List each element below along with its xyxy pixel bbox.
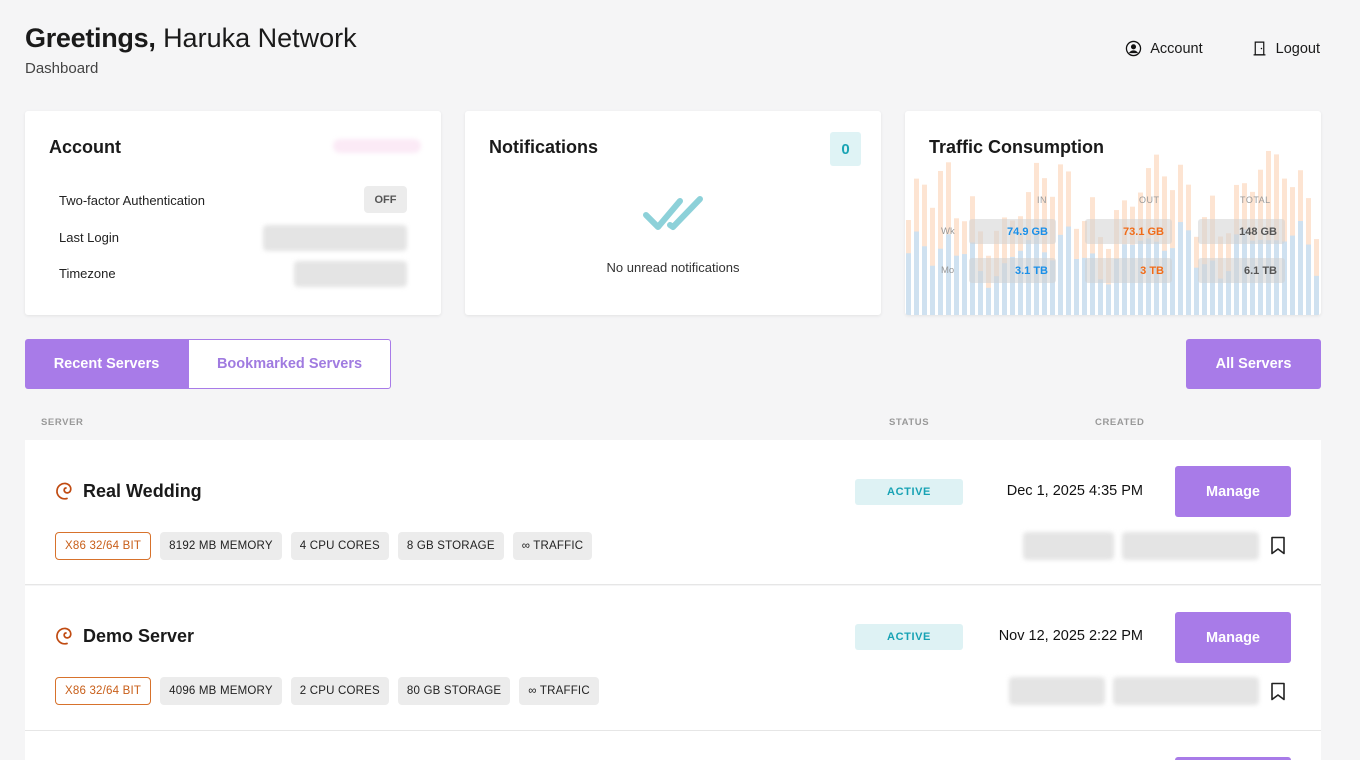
two-factor-label: Two-factor Authentication [59, 193, 205, 208]
greeting-word: Greetings, [25, 23, 156, 53]
traffic-month-total: 6.1 TB [1198, 258, 1285, 283]
server-name[interactable]: Demo Server [83, 626, 194, 647]
traffic-bar-in [1098, 279, 1103, 315]
server-row [25, 731, 1321, 760]
bookmark-icon[interactable] [1270, 682, 1286, 701]
traffic-bar-in [1218, 278, 1223, 315]
spec-cpu: 2 CPU CORES [290, 677, 389, 705]
door-icon [1253, 41, 1266, 56]
spec-storage: 8 GB STORAGE [397, 532, 504, 560]
greeting-title: Greetings, Haruka Network [25, 22, 357, 54]
spec-traffic: ∞ TRAFFIC [512, 532, 593, 560]
logout-link-label: Logout [1275, 40, 1320, 57]
status-badge: ACTIVE [855, 624, 963, 650]
timezone-value [294, 261, 407, 287]
traffic-bar-in [1314, 275, 1319, 315]
manage-button[interactable]: Manage [1175, 466, 1291, 517]
server-tabs: Recent Servers Bookmarked Servers [25, 339, 391, 389]
traffic-bar-in [1066, 226, 1071, 315]
spec-memory: 4096 MB MEMORY [160, 677, 282, 705]
double-check-icon [643, 196, 703, 230]
traffic-row-month-label: Mo [941, 265, 955, 276]
bookmark-icon[interactable] [1270, 536, 1286, 555]
page-header: Greetings, Haruka Network Dashboard [25, 22, 357, 77]
page-subtitle: Dashboard [25, 60, 99, 77]
last-login-label: Last Login [59, 230, 119, 245]
spec-architecture: X86 32/64 BIT [55, 532, 152, 560]
notifications-card: Notifications 0 No unread notifications [465, 111, 881, 315]
debian-icon [56, 482, 72, 500]
traffic-bar-in [1058, 234, 1063, 315]
traffic-bar-in [906, 253, 911, 315]
traffic-month-in: 3.1 TB [969, 258, 1056, 283]
user-circle-icon [1126, 40, 1142, 57]
traffic-bar-in [914, 231, 919, 315]
redacted-badge [333, 139, 421, 153]
traffic-bar-in [938, 248, 943, 315]
server-host-redacted [1122, 532, 1259, 560]
status-badge: ACTIVE [855, 479, 963, 505]
manage-button[interactable]: Manage [1175, 612, 1291, 663]
traffic-col-out: OUT [1139, 195, 1160, 205]
traffic-week-total: 148 GB [1198, 219, 1285, 244]
server-row: Demo Server ACTIVE Nov 12, 2025 2:22 PM … [25, 586, 1321, 731]
account-link[interactable]: Account [1125, 40, 1203, 57]
server-host-redacted [1113, 677, 1259, 705]
tab-bookmarked-servers[interactable]: Bookmarked Servers [188, 339, 391, 389]
spec-memory: 8192 MB MEMORY [160, 532, 282, 560]
account-card-title: Account [49, 137, 121, 157]
server-ip-redacted [1023, 532, 1114, 560]
spec-storage: 80 GB STORAGE [397, 677, 511, 705]
server-created-date: Nov 12, 2025 2:22 PM [998, 628, 1143, 644]
notifications-count-badge: 0 [830, 132, 861, 166]
tab-recent-servers[interactable]: Recent Servers [25, 339, 188, 389]
all-servers-button[interactable]: All Servers [1186, 339, 1321, 389]
traffic-bar-in [1106, 284, 1111, 315]
last-login-value [263, 225, 407, 251]
two-factor-status: OFF [364, 186, 407, 213]
logout-link[interactable]: Logout [1251, 40, 1320, 57]
server-specs: X86 32/64 BIT 4096 MB MEMORY 2 CPU CORES… [55, 677, 599, 705]
traffic-bar-in [962, 254, 967, 315]
column-header-status: STATUS [889, 417, 930, 428]
debian-icon [56, 627, 72, 645]
server-ip-redacted [1009, 677, 1105, 705]
traffic-card-title: Traffic Consumption [929, 137, 1104, 157]
column-header-server: SERVER [41, 417, 84, 428]
traffic-col-total: TOTAL [1240, 195, 1271, 205]
traffic-bar-in [986, 287, 991, 315]
account-name: Haruka Network [163, 23, 357, 53]
column-header-created: CREATED [1095, 417, 1145, 428]
traffic-card: Traffic Consumption IN OUT TOTAL Wk 74.9… [905, 111, 1321, 315]
traffic-bar-in [930, 265, 935, 315]
spec-cpu: 4 CPU CORES [290, 532, 389, 560]
top-nav: Account Logout [1125, 40, 1320, 57]
traffic-bar-in [954, 255, 959, 315]
account-card: Account Two-factor Authentication OFF La… [25, 111, 441, 315]
notifications-card-title: Notifications [489, 137, 599, 157]
traffic-bar-in [1178, 222, 1183, 315]
traffic-week-in: 74.9 GB [969, 219, 1056, 244]
traffic-bar-in [1290, 235, 1295, 315]
spec-architecture: X86 32/64 BIT [55, 677, 152, 705]
timezone-label: Timezone [59, 266, 116, 281]
traffic-row-week-label: Wk [941, 226, 955, 237]
server-created-date: Dec 1, 2025 4:35 PM [1006, 483, 1143, 499]
server-specs: X86 32/64 BIT 8192 MB MEMORY 4 CPU CORES… [55, 532, 593, 560]
traffic-bar-in [1074, 259, 1079, 315]
traffic-month-out: 3 TB [1085, 258, 1172, 283]
traffic-bar-in [1306, 244, 1311, 315]
account-link-label: Account [1150, 40, 1203, 57]
server-name[interactable]: Real Wedding [83, 481, 202, 502]
traffic-bar-in [1186, 230, 1191, 315]
traffic-col-in: IN [1037, 195, 1047, 205]
traffic-week-out: 73.1 GB [1085, 219, 1172, 244]
spec-traffic: ∞ TRAFFIC [519, 677, 599, 705]
notifications-empty-text: No unread notifications [606, 260, 740, 275]
server-row: Real Wedding ACTIVE Dec 1, 2025 4:35 PM … [25, 440, 1321, 585]
traffic-bar-in [1298, 220, 1303, 315]
traffic-bar-in [922, 246, 927, 315]
